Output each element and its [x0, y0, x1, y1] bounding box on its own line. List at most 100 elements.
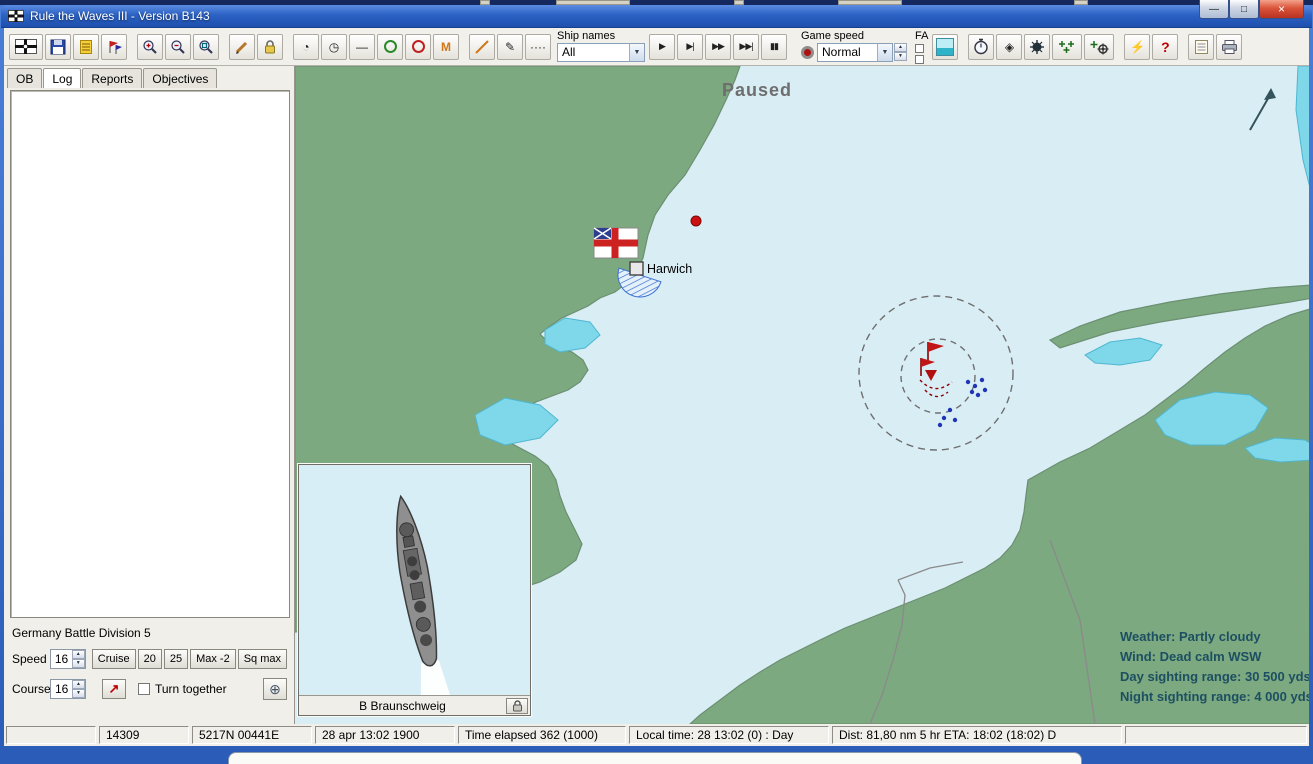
title-bar[interactable]: Rule the Waves III - Version B143	[1, 5, 1312, 28]
speed-knob-icon	[801, 46, 814, 59]
dotted-line-button[interactable]: ····	[525, 34, 551, 60]
turn-together-checkbox[interactable]	[138, 683, 150, 695]
diagonal-line-icon	[474, 39, 490, 55]
tab-log[interactable]: Log	[43, 68, 81, 88]
notepad-icon	[1194, 39, 1209, 55]
set-course-button[interactable]: ↗	[102, 679, 126, 699]
port-square[interactable]	[630, 262, 643, 275]
max-minus-2-button[interactable]: Max -2	[190, 649, 236, 669]
minimize-button[interactable]: —	[1199, 0, 1229, 19]
floppy-icon	[50, 39, 66, 55]
ship-names-value: All	[562, 45, 575, 59]
formation-button[interactable]	[1052, 34, 1082, 60]
green-circle-icon	[384, 40, 397, 53]
speed-20-button[interactable]: 20	[138, 649, 162, 669]
torpedo-button[interactable]: ⚡	[1124, 34, 1150, 60]
weather-line: Weather: Partly cloudy	[1120, 627, 1309, 647]
status-date-cell: 28 apr 13:02 1900	[315, 726, 455, 744]
sea-state-icon	[936, 38, 954, 56]
division-controls: Germany Battle Division 5 Speed 16 ▲ ▼ C…	[4, 622, 295, 724]
game-speed-value: Normal	[822, 45, 861, 59]
padlock-icon	[263, 39, 277, 55]
signal-flags-button[interactable]	[101, 34, 127, 60]
draw-course-button[interactable]	[229, 34, 255, 60]
notes-button[interactable]	[1188, 34, 1214, 60]
speed-stepper[interactable]: 16 ▲ ▼	[50, 649, 86, 669]
log-book-button[interactable]	[73, 34, 99, 60]
tab-ob[interactable]: OB	[7, 68, 42, 88]
course-line-button[interactable]	[469, 34, 495, 60]
side-panel: OB Log Reports Objectives Germany Battle…	[4, 66, 295, 724]
screen: { "window": { "title": "Rule the Waves I…	[0, 0, 1313, 764]
cruise-button[interactable]: Cruise	[92, 649, 136, 669]
print-button[interactable]	[1216, 34, 1242, 60]
dash-button[interactable]: —	[349, 34, 375, 60]
division-position-button[interactable]: ⊕	[263, 678, 287, 700]
game-speed-spinner: ▲ ▼	[894, 43, 907, 61]
maximize-button[interactable]: □	[1229, 0, 1259, 19]
range-circle-a-button[interactable]: ◔	[293, 34, 319, 60]
time-step-2-button[interactable]: ▶|	[677, 34, 703, 60]
ship-name-bar: B Braunschweig	[299, 695, 530, 715]
fa-checkbox-1[interactable]	[915, 44, 924, 53]
red-circle-button[interactable]	[405, 34, 431, 60]
range-circle-b-button[interactable]: ◷	[321, 34, 347, 60]
tab-objectives[interactable]: Objectives	[143, 68, 217, 88]
white-ensign-flag-icon	[594, 228, 638, 258]
status-elapsed-cell: Time elapsed 362 (1000)	[458, 726, 626, 744]
fa-group: FA	[915, 30, 928, 64]
save-button[interactable]	[45, 34, 71, 60]
spin-up-button[interactable]: ▲	[894, 43, 907, 52]
sq-max-button[interactable]: Sq max	[238, 649, 287, 669]
contact-dot[interactable]	[691, 216, 701, 226]
status-coordinates-cell: 5217N 00441E	[192, 726, 312, 744]
map[interactable]: Harwich Paused Weather: Partly cloudy Wi…	[295, 66, 1309, 724]
signal-flags-icon	[106, 39, 122, 55]
mine-button[interactable]	[1024, 34, 1050, 60]
course-up-button[interactable]: ▲	[72, 680, 85, 689]
time-step-4-button[interactable]: ▶▶|	[733, 34, 759, 60]
ship-names-dropdown[interactable]: All ▼	[557, 43, 645, 62]
plot-button[interactable]: ✎	[497, 34, 523, 60]
panel-tabs: OB Log Reports Objectives	[4, 66, 294, 88]
tab-reports[interactable]: Reports	[82, 68, 142, 88]
zoom-area-button[interactable]	[193, 34, 219, 60]
time-step-1-button[interactable]: ▶	[649, 34, 675, 60]
log-list[interactable]	[10, 90, 290, 618]
game-speed-dropdown[interactable]: Normal ▼	[817, 43, 893, 62]
spin-down-button[interactable]: ▼	[894, 52, 907, 61]
turn-together-label: Turn together	[155, 682, 227, 696]
layers-button[interactable]: ◈	[996, 34, 1022, 60]
caption-buttons: — □ ×	[1199, 0, 1304, 19]
lock-view-button[interactable]	[257, 34, 283, 60]
zoom-in-icon	[142, 39, 158, 55]
minefield-button[interactable]: M	[433, 34, 459, 60]
speed-label: Speed	[12, 652, 50, 666]
paused-indicator: Paused	[722, 80, 792, 101]
app-icon-german-ensign[interactable]	[8, 8, 24, 24]
chevron-down-icon[interactable]: ▼	[877, 44, 892, 61]
speed-down-button[interactable]: ▼	[72, 659, 85, 668]
green-circle-button[interactable]	[377, 34, 403, 60]
sea-state-button[interactable]	[932, 34, 958, 60]
pencil-icon	[234, 39, 250, 55]
time-step-3-button[interactable]: ▶▶	[705, 34, 731, 60]
course-stepper[interactable]: 16 ▲ ▼	[50, 679, 86, 699]
fa-checkbox-2[interactable]	[915, 55, 924, 64]
zoom-out-icon	[170, 39, 186, 55]
german-ensign-button[interactable]	[9, 34, 43, 60]
stopwatch-button[interactable]	[968, 34, 994, 60]
zoom-in-button[interactable]	[137, 34, 163, 60]
close-button[interactable]: ×	[1259, 0, 1304, 19]
fa-label: FA	[915, 30, 928, 43]
speed-row: Speed 16 ▲ ▼ Cruise 20 25 Max -2 Sq max	[12, 648, 287, 670]
course-down-button[interactable]: ▼	[72, 689, 85, 698]
zoom-out-button[interactable]	[165, 34, 191, 60]
pause-button[interactable]: ▮▮	[761, 34, 787, 60]
help-button[interactable]: ?	[1152, 34, 1178, 60]
chevron-down-icon[interactable]: ▼	[629, 44, 644, 61]
lock-ship-button[interactable]	[506, 698, 528, 714]
screen-formation-button[interactable]	[1084, 34, 1114, 60]
speed-up-button[interactable]: ▲	[72, 650, 85, 659]
speed-25-button[interactable]: 25	[164, 649, 188, 669]
